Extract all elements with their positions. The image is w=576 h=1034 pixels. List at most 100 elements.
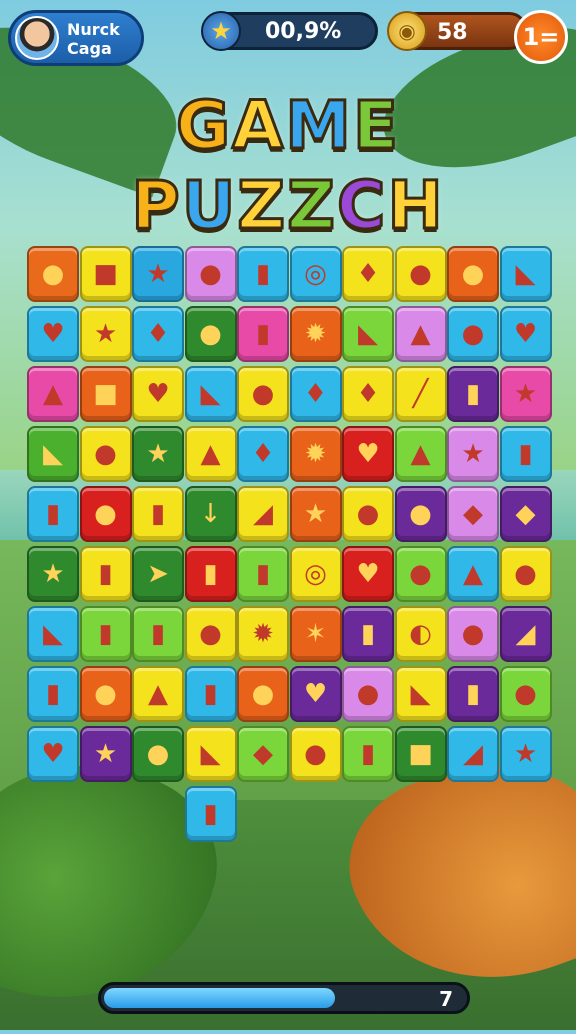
board-tile[interactable]: ♦ [237,426,289,482]
board-tile[interactable]: ◣ [27,426,79,482]
board-tile[interactable]: ■ [394,726,447,782]
stick-icon: ╱ [412,379,429,409]
board-tile[interactable]: ● [79,486,132,542]
board-tile[interactable]: ● [447,246,499,302]
board-tile[interactable]: ● [394,246,447,302]
board-tile[interactable]: ● [394,546,447,602]
board-tile[interactable]: ● [27,246,79,302]
board-tile[interactable]: ▮ [27,486,79,542]
board-tile[interactable]: ◣ [499,246,552,302]
board-tile[interactable]: ✹ [289,306,342,362]
board-tile[interactable]: ▮ [237,546,289,602]
board-tile[interactable]: ★ [79,306,132,362]
board-tile[interactable]: ★ [499,366,552,422]
board-tile[interactable]: ▮ [184,786,237,842]
board-tile[interactable]: ♥ [132,366,184,422]
board-tile[interactable]: ◣ [184,366,237,422]
board-tile[interactable]: ◆ [447,486,499,542]
board-tile[interactable]: ◣ [184,726,237,782]
board-tile[interactable]: ↓ [184,486,237,542]
arrow-icon: ↓ [199,499,222,529]
board-tile[interactable]: ● [342,486,394,542]
board-tile[interactable]: ╱ [394,366,447,422]
board-tile[interactable]: ★ [447,426,499,482]
jar-icon: ▮ [203,799,218,829]
pin-icon: ♦ [356,259,380,289]
board-tile[interactable]: ● [499,546,552,602]
board-tile[interactable]: ● [447,306,499,362]
board-tile[interactable]: ★ [132,246,184,302]
board-tile[interactable]: ✹ [237,606,289,662]
board-tile[interactable]: ● [79,426,132,482]
board-tile[interactable]: ▮ [237,246,289,302]
board-tile[interactable]: ♥ [499,306,552,362]
board-tile[interactable]: ▲ [27,366,79,422]
board-tile[interactable]: ▮ [499,426,552,482]
board-tile[interactable]: ▲ [394,426,447,482]
board-tile[interactable]: ◢ [237,486,289,542]
board-tile[interactable]: ✶ [289,606,342,662]
board-tile[interactable]: ♦ [342,246,394,302]
board-tile[interactable]: ● [237,366,289,422]
board-tile[interactable]: ★ [27,546,79,602]
board-tile[interactable]: ▮ [237,306,289,362]
board-tile[interactable]: ▮ [132,606,184,662]
board-tile[interactable]: ✹ [289,426,342,482]
menu-button[interactable]: 1= [514,10,568,64]
board-tile[interactable]: ● [447,606,499,662]
board-tile[interactable]: ★ [79,726,132,782]
board-tile[interactable]: ♥ [342,426,394,482]
board-tile[interactable]: ◆ [237,726,289,782]
board-tile[interactable]: ♦ [342,366,394,422]
board-tile[interactable]: ● [237,666,289,722]
board-tile[interactable]: ◢ [447,726,499,782]
board-tile[interactable]: ◣ [342,306,394,362]
board-tile[interactable]: ♥ [27,306,79,362]
board-tile[interactable]: ◎ [289,246,342,302]
board-tile[interactable]: ★ [132,426,184,482]
board-tile[interactable]: ● [184,246,237,302]
board-tile[interactable]: ● [289,726,342,782]
board-tile[interactable]: ◎ [289,546,342,602]
player-profile[interactable]: Nurck Caga [8,10,144,66]
board-tile[interactable]: ▲ [184,426,237,482]
star-icon: ★ [146,439,170,469]
board-tile[interactable]: ▮ [27,666,79,722]
board-tile[interactable]: ● [132,726,184,782]
board-tile[interactable]: ▲ [447,546,499,602]
board-tile[interactable]: ● [184,606,237,662]
board-tile[interactable]: ◣ [27,606,79,662]
board-tile[interactable]: ▮ [342,726,394,782]
player-name-line1: Nurck [67,20,120,39]
board-tile[interactable]: ▮ [132,486,184,542]
coin-counter[interactable]: ◉ 58 [387,11,528,51]
board-tile[interactable]: ♥ [27,726,79,782]
board-tile[interactable]: ◣ [394,666,447,722]
board-tile[interactable]: ♦ [132,306,184,362]
board-tile[interactable]: ➤ [132,546,184,602]
board-tile[interactable]: ★ [499,726,552,782]
board-tile[interactable]: ◐ [394,606,447,662]
board-tile[interactable]: ♥ [342,546,394,602]
board-tile[interactable]: ▮ [184,546,237,602]
board-tile[interactable]: ▲ [132,666,184,722]
board-tile[interactable]: ● [394,486,447,542]
board-tile[interactable]: ▮ [79,546,132,602]
board-tile[interactable]: ● [499,666,552,722]
board-tile[interactable]: ◆ [499,486,552,542]
board-tile[interactable]: ● [184,306,237,362]
board-tile[interactable]: ■ [79,246,132,302]
board-tile[interactable]: ▮ [447,666,499,722]
board-tile[interactable]: ♦ [289,366,342,422]
board-tile[interactable]: ● [79,666,132,722]
board-tile[interactable]: ♥ [289,666,342,722]
board-tile[interactable]: ★ [289,486,342,542]
board-tile[interactable]: ▮ [184,666,237,722]
board-tile[interactable]: ▮ [447,366,499,422]
board-tile[interactable]: ▮ [79,606,132,662]
board-tile[interactable]: ▮ [342,606,394,662]
board-tile[interactable]: ◢ [499,606,552,662]
board-tile[interactable]: ■ [79,366,132,422]
board-tile[interactable]: ● [342,666,394,722]
board-tile[interactable]: ▲ [394,306,447,362]
